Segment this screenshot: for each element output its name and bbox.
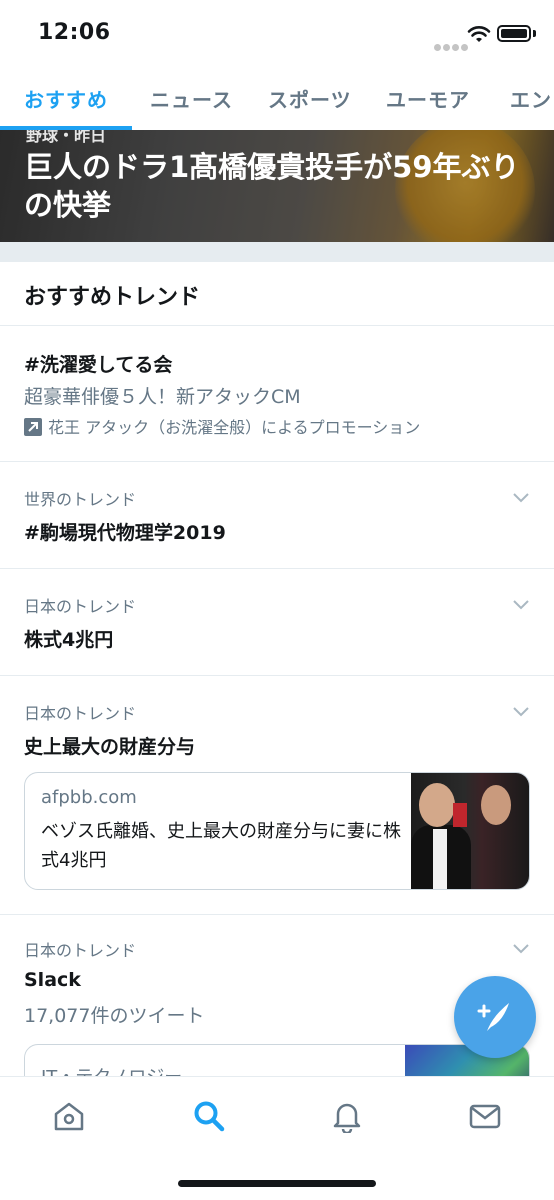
card-title: ベゾス氏離婚、史上最大の財産分与に妻に株式4兆円	[41, 821, 401, 871]
trend-description: 超豪華俳優５人！新アタックCM	[24, 386, 301, 408]
tab-sports[interactable]: スポーツ	[268, 84, 352, 113]
tab-news[interactable]: ニュース	[150, 84, 233, 113]
card-thumbnail	[411, 773, 529, 889]
chevron-down-icon[interactable]	[512, 943, 530, 955]
compose-tweet-button[interactable]	[454, 976, 536, 1058]
trend-context: 世界のトレンド	[24, 490, 137, 509]
trend-name: #駒場現代物理学2019	[24, 522, 226, 544]
tab-entertainment[interactable]: エン	[510, 84, 552, 113]
home-indicator[interactable]	[178, 1180, 376, 1187]
card-domain: afpbb.com	[41, 787, 137, 808]
section-title: おすすめトレンド	[24, 285, 201, 310]
notifications-icon[interactable]	[330, 1099, 364, 1133]
promotion-text: 花王 アタック（お洗濯全般）によるプロモーション	[48, 418, 421, 437]
trend-context: 日本のトレンド	[24, 941, 137, 960]
trend-name: Slack	[24, 969, 81, 991]
trend-name: #洗濯愛してる会	[24, 354, 173, 376]
battery-icon	[497, 25, 531, 42]
trend-item-promoted[interactable]: #洗濯愛してる会 超豪華俳優５人！新アタックCM 花王 アタック（お洗濯全般）に…	[0, 326, 554, 462]
hero-title: 巨人のドラ1髙橋優貴投手が59年ぶりの快挙	[24, 150, 520, 222]
tab-recommended[interactable]: おすすめ	[24, 84, 108, 113]
section-divider	[0, 242, 554, 262]
promoted-icon	[24, 418, 42, 436]
trend-context: 日本のトレンド	[24, 597, 137, 616]
cellular-signal-icon	[434, 36, 470, 55]
tweet-count: 17,077件のツイート	[24, 1005, 205, 1027]
trend-context: 日本のトレンド	[24, 704, 137, 723]
home-icon[interactable]	[52, 1099, 86, 1133]
trend-name: 史上最大の財産分与	[24, 736, 196, 758]
chevron-down-icon[interactable]	[512, 706, 530, 718]
trend-item[interactable]: 世界のトレンド #駒場現代物理学2019	[0, 462, 554, 569]
section-header: おすすめトレンド	[0, 262, 554, 326]
trend-item[interactable]: 日本のトレンド 株式4兆円	[0, 569, 554, 676]
compose-tweet-icon	[477, 1003, 509, 1031]
explore-tabs: おすすめ ニュース スポーツ ユーモア エン	[0, 68, 554, 130]
trend-name: 株式4兆円	[24, 629, 114, 651]
hero-news-item[interactable]: 野球・昨日 巨人のドラ1髙橋優貴投手が59年ぶりの快挙	[0, 130, 554, 242]
chevron-down-icon[interactable]	[512, 492, 530, 504]
search-icon[interactable]	[192, 1099, 226, 1133]
wifi-icon	[467, 26, 491, 42]
hero-category: 野球・昨日	[26, 130, 107, 145]
trend-item[interactable]: 日本のトレンド 史上最大の財産分与 afpbb.com ベゾス氏離婚、史上最大の…	[0, 676, 554, 915]
status-time: 12:06	[38, 20, 111, 45]
tab-humor[interactable]: ユーモア	[386, 84, 470, 113]
chevron-down-icon[interactable]	[512, 599, 530, 611]
messages-icon[interactable]	[468, 1099, 502, 1133]
status-bar: 12:06	[0, 0, 554, 68]
promotion-line: 花王 アタック（お洗濯全般）によるプロモーション	[24, 414, 420, 438]
link-card[interactable]: afpbb.com ベゾス氏離婚、史上最大の財産分与に妻に株式4兆円	[24, 772, 530, 890]
